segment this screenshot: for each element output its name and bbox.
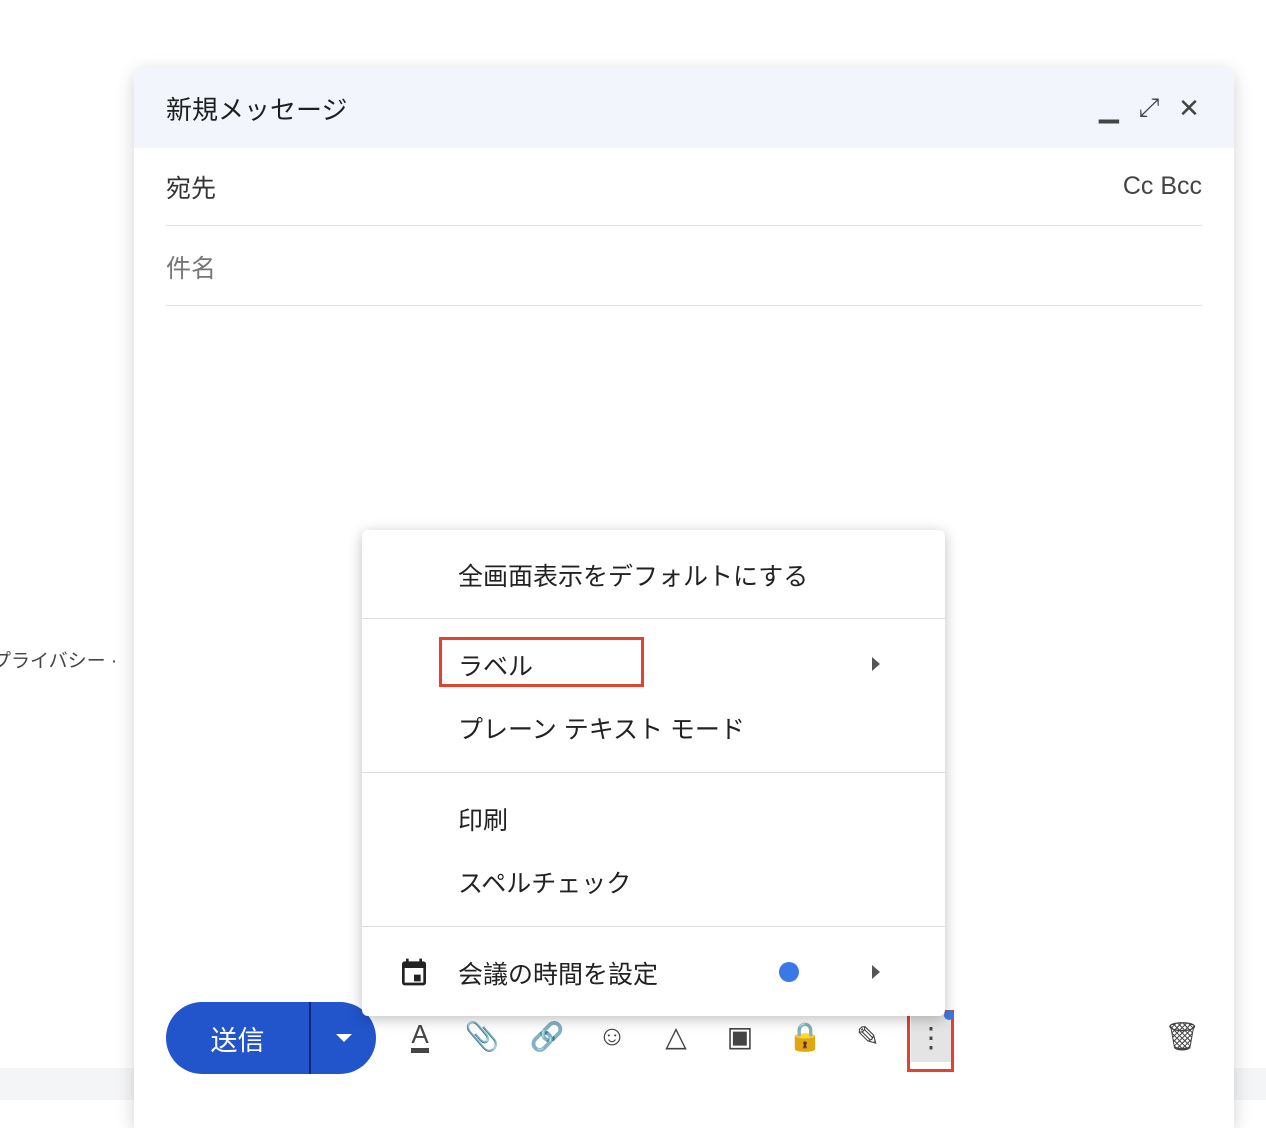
menu-item-plain-text[interactable]: プレーン テキスト モード — [458, 710, 745, 746]
submenu-arrow-icon — [872, 657, 880, 671]
send-button[interactable]: 送信 — [166, 1002, 311, 1074]
divider — [362, 772, 945, 773]
subject-placeholder: 件名 — [166, 254, 217, 283]
close-icon[interactable]: ✕ — [1176, 93, 1202, 124]
to-field[interactable]: 宛先 Cc Bcc — [166, 148, 1202, 226]
divider — [362, 926, 945, 927]
background-privacy-text: プライバシー · — [0, 651, 118, 672]
fullscreen-icon[interactable]: ⤢ — [1136, 92, 1162, 124]
menu-item-fullscreen-default[interactable]: 全画面表示をデフォルトにする — [458, 557, 808, 593]
subject-field[interactable]: 件名 — [166, 228, 1202, 306]
highlight-box — [439, 637, 644, 687]
formatting-icon[interactable]: A — [400, 1014, 440, 1058]
more-options-menu: 全画面表示をデフォルトにする ラベル プレーン テキスト モード 印刷 スペルチ… — [362, 530, 945, 1016]
compose-header: 新規メッセージ ▁ ⤢ ✕ — [134, 68, 1234, 148]
calendar-icon — [398, 956, 430, 988]
menu-item-schedule-meeting[interactable]: 会議の時間を設定 — [458, 955, 658, 991]
notification-dot — [944, 1010, 954, 1020]
send-button-group: 送信 — [166, 1002, 376, 1074]
delete-icon[interactable]: 🗑 — [1162, 1014, 1202, 1058]
new-feature-dot — [779, 962, 799, 982]
emoji-icon[interactable]: ☺ — [592, 1014, 632, 1058]
drive-icon[interactable]: △ — [656, 1014, 696, 1058]
menu-item-print[interactable]: 印刷 — [458, 801, 508, 837]
dropdown-icon — [335, 1034, 352, 1042]
to-label: 宛先 — [166, 174, 217, 203]
confidential-mode-icon[interactable]: 🔒 — [785, 1014, 825, 1058]
link-icon[interactable]: 🔗 — [527, 1014, 567, 1058]
compose-title: 新規メッセージ — [166, 94, 348, 125]
minimize-icon[interactable]: ▁ — [1096, 93, 1122, 124]
attach-icon[interactable]: 📎 — [462, 1014, 502, 1058]
divider — [362, 618, 945, 619]
cc-bcc-link[interactable]: Cc Bcc — [1123, 172, 1202, 201]
menu-item-spellcheck[interactable]: スペルチェック — [458, 864, 631, 900]
submenu-arrow-icon — [872, 965, 880, 979]
photo-icon[interactable]: ▣ — [720, 1014, 760, 1058]
signature-icon[interactable]: ✎ — [848, 1014, 888, 1058]
